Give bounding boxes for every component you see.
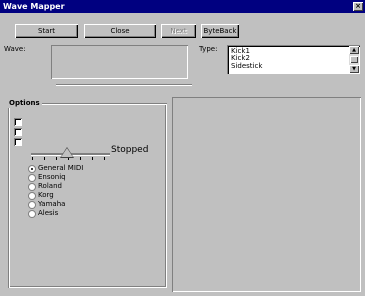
radio-alesis[interactable] [29,211,35,217]
window-title: Wave Mapper [3,2,65,11]
wave-label: Wave: [4,45,26,53]
scroll-down-icon[interactable]: ▼ [349,65,359,73]
slider-tick [80,157,81,160]
radio-korg[interactable] [29,193,35,199]
type-scrollbar[interactable]: ▲ ▼ [349,46,359,73]
scroll-thumb[interactable] [350,56,358,63]
slider-tick [104,157,105,160]
radio-label-alesis: Alesis [38,209,59,217]
wave-field[interactable] [51,45,188,79]
type-item-kick2[interactable]: Kick2 [231,55,250,62]
type-label: Type: [199,45,218,53]
close-icon[interactable]: × [353,2,363,11]
byteback-button[interactable]: ByteBack [201,24,239,38]
type-listbox[interactable]: Kick1 Kick2 Sidestick ▲ ▼ [227,45,360,74]
radio-yamaha[interactable] [29,202,35,208]
option-checkbox-3[interactable] [14,138,22,146]
radio-label-roland: Roland [38,182,62,190]
wave-mapper-window: Wave Mapper × Start Close Next ByteBack … [0,0,365,296]
scroll-up-icon[interactable]: ▲ [349,46,359,54]
radio-roland[interactable] [29,184,35,190]
title-bar[interactable]: Wave Mapper × [0,0,365,13]
slider-tick [56,157,57,160]
option-checkbox-1[interactable] [14,118,22,126]
close-button[interactable]: Close [84,24,156,38]
radio-label-yamaha: Yamaha [38,200,66,208]
option-checkbox-2[interactable] [14,128,22,136]
radio-general-midi[interactable] [29,166,35,172]
status-text: Stopped [111,145,149,155]
options-label: Options [7,99,42,108]
next-button[interactable]: Next [161,24,196,38]
wave-divider [56,84,192,85]
slider-tick [44,157,45,160]
radio-label-ensoniq: Ensoniq [38,173,66,181]
radio-label-general-midi: General MIDI [38,164,84,172]
slider-thumb[interactable] [60,148,73,157]
slider-tick [92,157,93,160]
slider-tick [32,157,33,160]
radio-label-korg: Korg [38,191,54,199]
radio-ensoniq[interactable] [29,175,35,181]
display-panel [172,97,361,292]
type-item-sidestick[interactable]: Sidestick [231,63,262,70]
start-button[interactable]: Start [15,24,78,38]
